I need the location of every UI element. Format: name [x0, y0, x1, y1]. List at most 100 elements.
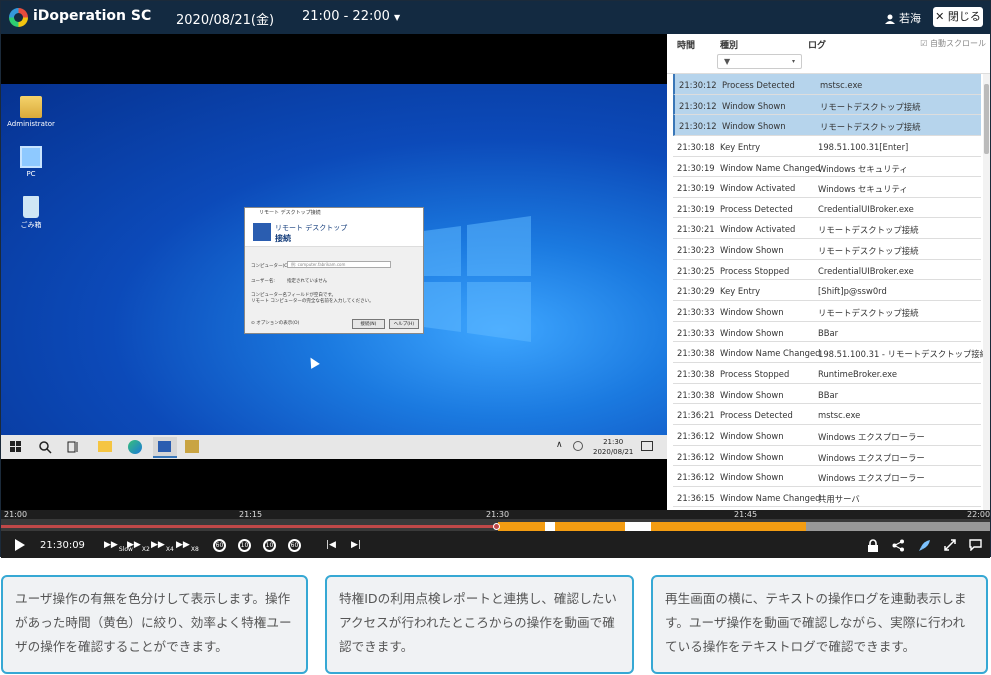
desktop-icon-administrator[interactable]: Administrator: [1, 96, 61, 128]
taskbar-clock[interactable]: 21:30 2020/08/21: [593, 437, 633, 457]
log-row[interactable]: 21:30:29 Key Entry [Shift]p@ssw0rd: [673, 280, 981, 302]
remote-desktop-task-icon[interactable]: [153, 437, 177, 458]
desktop-icon-pc[interactable]: PC: [1, 146, 61, 178]
remote-desktop-dialog: リモート デスクトップ接続 リモート デスクトップ 接続 コンピューター(C):…: [244, 207, 424, 334]
computer-input[interactable]: 例: computer.fabrikam.com: [287, 261, 391, 268]
options-toggle[interactable]: ⊙ オプションの表示(O): [251, 320, 299, 326]
time-range-selector[interactable]: 21:00 - 22:00 ▼: [302, 9, 400, 24]
skip-back-icon: |◀: [326, 540, 336, 550]
log-row[interactable]: 21:30:19 Window Name Changed Windows セキュリテ…: [673, 157, 981, 178]
task-view-icon[interactable]: [67, 441, 79, 453]
log-row[interactable]: 21:30:33 Window Shown リモートデスクトップ接続: [673, 301, 981, 322]
start-icon[interactable]: [10, 441, 22, 453]
mouse-cursor-icon: [306, 355, 320, 369]
rewind-60-button[interactable]: 60: [213, 537, 226, 553]
log-cell-time: 21:30:21: [677, 224, 715, 235]
log-cell-type: Window Shown: [720, 307, 784, 318]
caption-button[interactable]: [969, 537, 982, 553]
log-row[interactable]: 21:36:15 Window Name Changed 共用サーバ: [673, 487, 981, 508]
desktop-icon-recycle-bin[interactable]: ごみ箱: [1, 196, 61, 230]
jump-button[interactable]: [918, 537, 931, 553]
log-cell-type: Window Name Changed: [720, 162, 821, 173]
log-cell-time: 21:36:12: [677, 451, 715, 462]
user-value: 指定されていません: [287, 279, 328, 284]
log-cell-type: Key Entry: [720, 141, 761, 152]
log-row[interactable]: 21:36:12 Window Shown Windows エクスプローラー: [673, 446, 981, 467]
next-button[interactable]: ▶|: [351, 537, 361, 553]
log-scrollbar[interactable]: [983, 74, 990, 510]
log-cell-time: 21:36:12: [677, 472, 715, 483]
share-icon: [892, 539, 904, 551]
fullscreen-button[interactable]: [944, 537, 956, 553]
notification-tray-icon[interactable]: [573, 441, 583, 451]
playhead-handle[interactable]: [493, 523, 500, 530]
rewind-10-button[interactable]: 10: [238, 537, 251, 553]
autoscroll-checkbox[interactable]: ☑ 自動スクロール: [920, 38, 986, 49]
lock-button[interactable]: [867, 537, 879, 553]
connect-button[interactable]: 接続(N): [352, 319, 385, 329]
log-row[interactable]: 21:30:18 Key Entry 198.51.100.31[Enter]: [673, 136, 981, 157]
user-menu[interactable]: 若海: [885, 10, 921, 26]
log-cell-time: 21:36:21: [677, 410, 715, 421]
play-button[interactable]: [15, 537, 25, 553]
rewind-icon: 60: [213, 538, 226, 552]
tray-chevron-icon[interactable]: ∧: [556, 440, 563, 450]
log-row[interactable]: 21:30:23 Window Shown リモートデスクトップ接続: [673, 239, 981, 260]
col-header-time[interactable]: 時間: [677, 38, 695, 51]
previous-button[interactable]: |◀: [326, 537, 336, 553]
forward-60-button[interactable]: 60: [288, 537, 301, 553]
log-cell-type: Process Stopped: [720, 265, 790, 276]
search-icon[interactable]: [38, 440, 52, 454]
timeline-label: 21:45: [734, 510, 758, 519]
folder-icon[interactable]: [98, 441, 112, 452]
log-row[interactable]: 21:30:21 Window Activated リモートデスクトップ接続: [673, 218, 981, 240]
log-row[interactable]: 21:30:12 Window Shown リモートデスクトップ接続: [673, 115, 981, 136]
type-filter-select[interactable]: ▼ ▾: [717, 54, 802, 69]
log-row[interactable]: 21:30:25 Process Stopped CredentialUIBroke…: [673, 260, 981, 281]
log-cell-time: 21:30:38: [677, 348, 715, 359]
log-cell-log: 共用サーバ: [818, 493, 860, 504]
edge-icon[interactable]: [128, 440, 142, 454]
log-row[interactable]: 21:36:12 Window Shown Windows エクスプローラー: [673, 466, 981, 487]
notes-icon[interactable]: [185, 440, 199, 453]
log-cell-time: 21:30:33: [677, 307, 715, 318]
timeline-label: 21:00: [4, 510, 28, 519]
log-row[interactable]: 21:30:38 Window Name Changed 198.51.100.31…: [673, 342, 988, 363]
timeline-label: 21:15: [239, 510, 263, 519]
log-row[interactable]: 21:30:19 Process Detected CredentialUIBrok…: [673, 198, 981, 219]
speed-x8-button[interactable]: ▶▶ X8: [176, 537, 199, 553]
log-cell-time: 21:30:19: [677, 162, 715, 173]
video-player[interactable]: Administrator PC ごみ箱 リモート デスクトップ接続 リモート …: [1, 34, 667, 510]
speed-x2-button[interactable]: ▶▶ X2: [127, 537, 150, 553]
operation-log-panel: 時間 種別 ログ ☑ 自動スクロール ▼ ▾ 21:30:12 Process De…: [667, 34, 990, 510]
log-row[interactable]: 21:30:12 Window Shown リモートデスクトップ接続: [673, 94, 981, 116]
player-frame: iDoperation SC 2020/08/21(金) 21:00 - 22:…: [0, 0, 991, 558]
log-row[interactable]: 21:30:33 Window Shown BBar: [673, 322, 981, 343]
log-cell-log: [Shift]p@ssw0rd: [818, 286, 887, 297]
help-button[interactable]: ヘルプ(H): [389, 319, 419, 329]
log-row[interactable]: 21:30:38 Window Shown BBar: [673, 384, 981, 405]
share-button[interactable]: [892, 537, 905, 553]
log-row[interactable]: 21:36:12 Window Shown Windows エクスプローラー: [673, 425, 981, 446]
recycle-bin-icon: [23, 196, 39, 218]
action-center-icon[interactable]: [641, 441, 653, 451]
log-row[interactable]: 21:30:38 Process Stopped RuntimeBroker.exe: [673, 363, 981, 384]
idle-segment: [625, 522, 651, 531]
log-row[interactable]: 21:36:21 Process Detected mstsc.exe: [673, 404, 981, 425]
feature-caption-log: 再生画面の横に、テキストの操作ログを連動表示します。ユーザ操作を動画で確認しなが…: [651, 575, 988, 674]
close-button[interactable]: ✕ 閉じる: [933, 7, 983, 27]
log-row[interactable]: 21:30:12 Process Detected mstsc.exe: [673, 74, 981, 95]
col-header-type[interactable]: 種別: [720, 38, 738, 51]
timeline-label: 21:30: [486, 510, 510, 519]
dialog-heading1: リモート デスクトップ: [275, 224, 348, 232]
forward-10-button[interactable]: 10: [263, 537, 276, 553]
log-row[interactable]: 21:30:19 Window Activated Windows セキュリティ: [673, 177, 981, 198]
rocket-icon: [919, 539, 930, 551]
rewind-icon: 10: [238, 538, 251, 552]
feature-caption-report: 特権IDの利用点検レポートと連携し、確認したいアクセスが行われたところからの操作…: [325, 575, 634, 674]
col-header-log[interactable]: ログ: [808, 38, 826, 51]
computer-icon: [20, 146, 42, 168]
log-cell-time: 21:36:12: [677, 430, 715, 441]
speed-x4-button[interactable]: ▶▶ X4: [151, 537, 174, 553]
fast-forward-icon: ▶▶: [151, 540, 165, 550]
